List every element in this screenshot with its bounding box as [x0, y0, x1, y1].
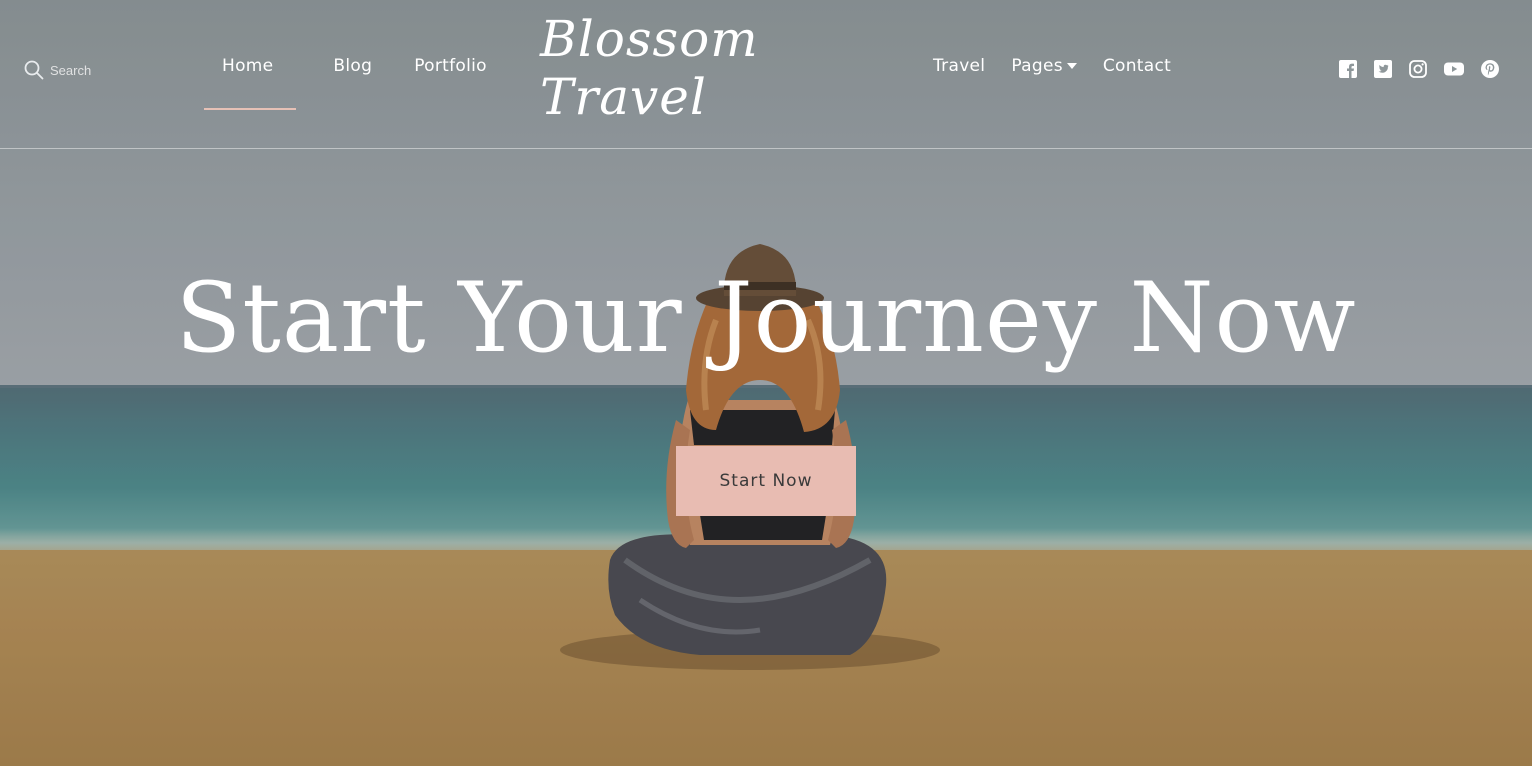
- nav-item-label: Home: [222, 56, 274, 76]
- search-input[interactable]: [50, 62, 150, 78]
- hero-banner: Home Blog Portfolio Blossom Travel Trave…: [0, 0, 1532, 766]
- start-now-button[interactable]: Start Now: [676, 446, 856, 516]
- site-header: Home Blog Portfolio Blossom Travel Trave…: [0, 0, 1532, 149]
- pinterest-icon[interactable]: [1480, 59, 1500, 79]
- twitter-icon[interactable]: [1373, 59, 1393, 79]
- nav-item-label: Travel: [933, 56, 986, 76]
- nav-item-portfolio[interactable]: Portfolio: [414, 56, 487, 76]
- nav-item-label: Blog: [333, 56, 373, 76]
- social-links: [1338, 59, 1500, 79]
- active-indicator: [204, 108, 296, 110]
- nav-item-blog[interactable]: Blog: [333, 56, 372, 76]
- nav-item-label: Pages: [1011, 56, 1063, 76]
- youtube-icon[interactable]: [1443, 59, 1465, 79]
- nav-item-label: Contact: [1102, 56, 1172, 76]
- search-icon[interactable]: [24, 60, 44, 80]
- facebook-icon[interactable]: [1338, 59, 1358, 79]
- site-logo[interactable]: Blossom Travel: [540, 10, 880, 126]
- nav-item-home[interactable]: Home: [204, 56, 296, 110]
- nav-item-label: Portfolio: [414, 56, 487, 76]
- hero-title: Start Your Journey Now: [175, 262, 1357, 374]
- primary-nav-left: Home Blog Portfolio: [204, 56, 529, 110]
- instagram-icon[interactable]: [1408, 59, 1428, 79]
- nav-item-travel[interactable]: Travel: [933, 56, 985, 76]
- nav-item-pages[interactable]: Pages: [1011, 56, 1077, 76]
- nav-item-contact[interactable]: Contact: [1103, 56, 1171, 76]
- chevron-down-icon: [1066, 63, 1077, 69]
- primary-nav-right: Travel Pages Contact: [933, 56, 1197, 76]
- search-box[interactable]: [24, 60, 150, 80]
